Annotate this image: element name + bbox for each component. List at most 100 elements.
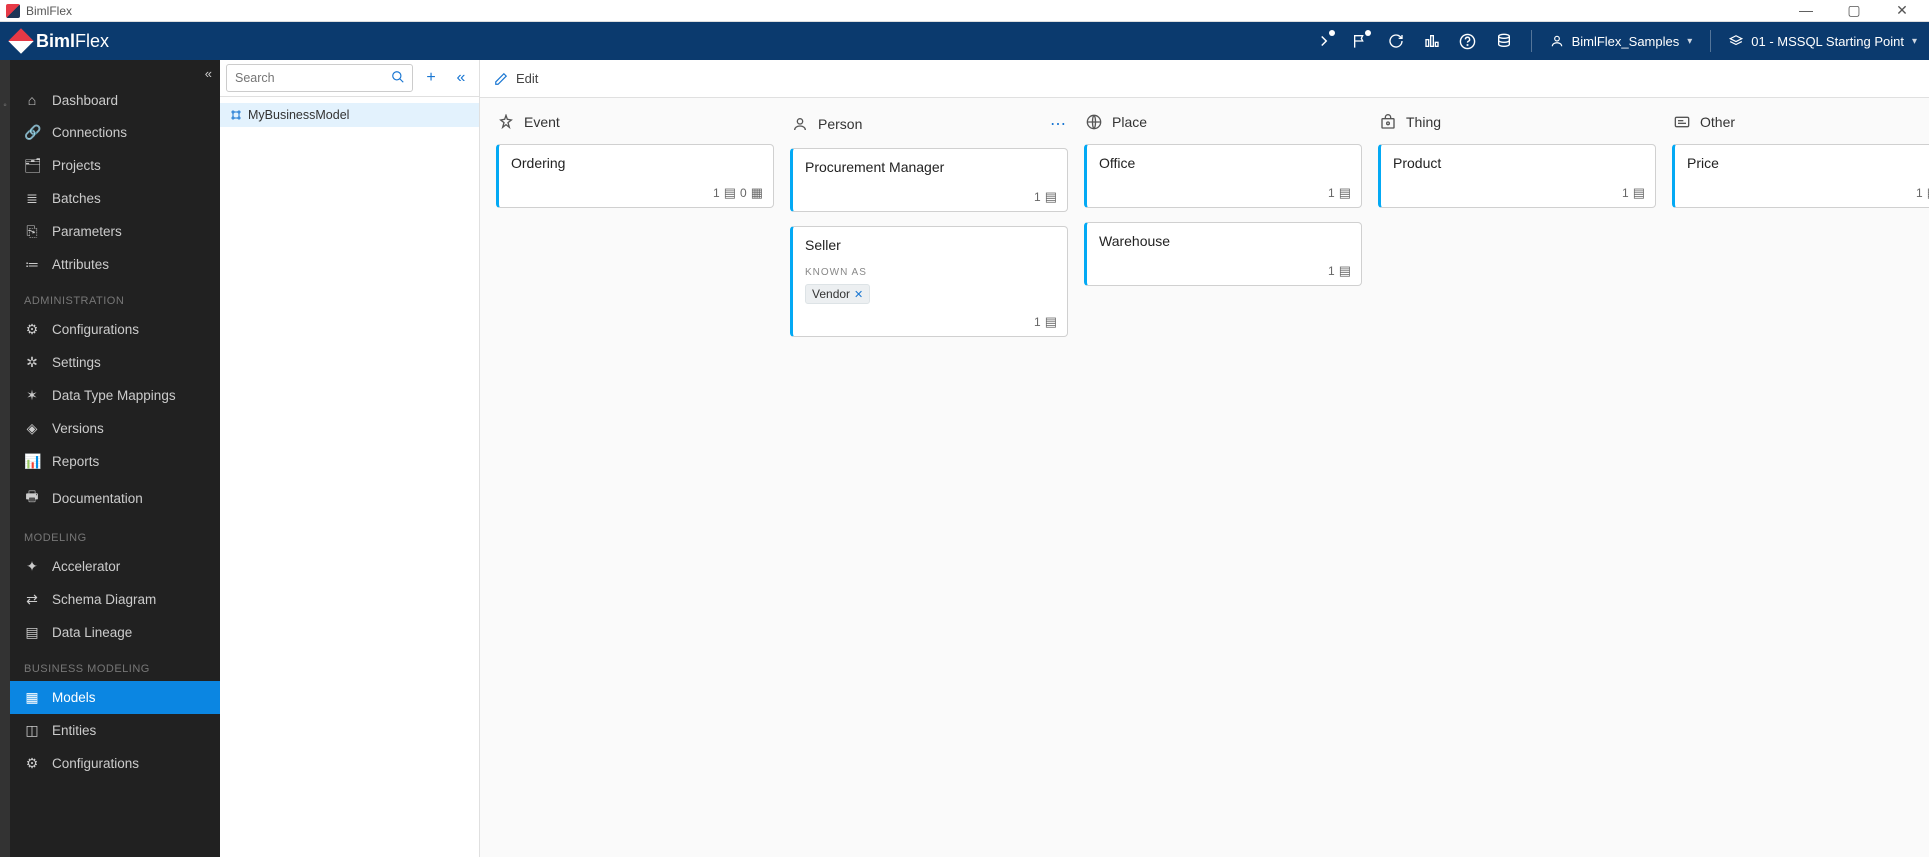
window-title: BimlFlex — [26, 4, 72, 18]
card-office[interactable]: Office1▤ — [1084, 144, 1362, 208]
search-icon[interactable] — [391, 70, 405, 84]
maximize-button[interactable]: ▢ — [1839, 2, 1869, 19]
chip-label: Vendor — [812, 287, 850, 301]
close-button[interactable]: ✕ — [1887, 2, 1917, 19]
sidebar-item-schema-diagram[interactable]: ⇄ Schema Diagram — [10, 583, 220, 616]
sidebar-item-versions[interactable]: ◈Versions — [10, 412, 220, 445]
rail-icon[interactable]: ◦ — [3, 100, 7, 111]
place-icon — [1086, 114, 1104, 130]
tree-item-model[interactable]: MyBusinessModel — [220, 103, 479, 127]
section-modeling: MODELING — [10, 518, 220, 550]
search-input[interactable] — [226, 64, 413, 92]
sidebar-item-batches[interactable]: ≣Batches — [10, 182, 220, 215]
section-business: BUSINESS MODELING — [10, 649, 220, 681]
window-titlebar: BimlFlex — ▢ ✕ — [0, 0, 1929, 22]
minimize-button[interactable]: — — [1791, 2, 1821, 19]
card-meta: 1▤ — [1687, 185, 1929, 201]
sidebar-item-documentation[interactable]: 🖶Documentation — [10, 478, 220, 518]
card-product[interactable]: Product1▤ — [1378, 144, 1656, 208]
sidebar-item-entities[interactable]: ◫Entities — [10, 714, 220, 747]
documentation-icon: 🖶 — [24, 486, 40, 510]
column-header: Other — [1666, 104, 1929, 140]
card-meta: 1▤ — [1099, 185, 1351, 201]
attributes-icon: ≔ — [24, 256, 40, 273]
sidebar-item-reports[interactable]: 📊Reports — [10, 445, 220, 478]
badge-icon: ▤ — [1339, 263, 1351, 279]
badge-count: 1 — [1034, 190, 1041, 204]
refresh-icon[interactable] — [1387, 32, 1405, 50]
sidebar-item-accelerator[interactable]: ✦ Accelerator — [10, 550, 220, 583]
sidebar-item-label: Parameters — [52, 224, 122, 239]
card-seller[interactable]: Seller KNOWN AS Vendor ✕ 1▤ — [790, 226, 1068, 337]
chevron-down-icon: ▾ — [1687, 36, 1692, 47]
main-content: Edit EventOrdering1▤0▦Person⋯Procurement… — [480, 60, 1929, 857]
sidebar-item-settings[interactable]: ✲ Settings — [10, 346, 220, 379]
sidebar-item-configurations[interactable]: ⚙ Configurations — [10, 313, 220, 346]
column-title: Event — [524, 114, 560, 130]
data-type-mappings-icon: ✶ — [24, 387, 40, 404]
column-more-button[interactable]: ⋯ — [1050, 114, 1066, 134]
chip-remove-icon[interactable]: ✕ — [854, 288, 863, 301]
add-button[interactable]: + — [419, 66, 443, 90]
sidebar-item-label: Data Type Mappings — [52, 388, 176, 403]
sidebar-item-data-lineage[interactable]: ▤ Data Lineage — [10, 616, 220, 649]
sidebar-item-label: Configurations — [52, 322, 139, 337]
version-select[interactable]: 01 - MSSQL Starting Point ▾ — [1729, 34, 1917, 49]
sidebar-item-label: Models — [52, 690, 96, 705]
reports-icon: 📊 — [24, 453, 40, 470]
divider — [1710, 30, 1711, 52]
sidebar-item-label: Dashboard — [52, 93, 118, 108]
schema-diagram-icon: ⇄ — [24, 591, 40, 608]
collapse-sidebar-button[interactable]: « — [205, 66, 212, 81]
sidebar-item-label: Data Lineage — [52, 625, 132, 640]
sidebar-item-data-type-mappings[interactable]: ✶ Data Type Mappings — [10, 379, 220, 412]
edit-button[interactable]: Edit — [516, 71, 538, 86]
column-title: Thing — [1406, 114, 1441, 130]
tree-item-label: MyBusinessModel — [248, 108, 349, 122]
card-meta: 1▤ — [805, 314, 1057, 330]
versions-icon: ◈ — [24, 420, 40, 437]
sidebar-item-parameters[interactable]: ⎘Parameters — [10, 215, 220, 248]
database-icon[interactable] — [1495, 32, 1513, 50]
card-ordering[interactable]: Ordering1▤0▦ — [496, 144, 774, 208]
sidebar-item-dashboard[interactable]: ⌂Dashboard — [10, 84, 220, 116]
flag-icon[interactable] — [1351, 32, 1369, 50]
card-warehouse[interactable]: Warehouse 1 ▤ — [1084, 222, 1362, 286]
accelerator-icon: ✦ — [24, 558, 40, 575]
configurations-icon: ⚙ — [24, 755, 40, 772]
edit-icon — [494, 72, 508, 86]
customer-select[interactable]: BimlFlex_Samples ▾ — [1550, 34, 1693, 49]
sidebar-item-projects[interactable]: 🗂Projects — [10, 149, 220, 182]
window-controls: — ▢ ✕ — [1791, 2, 1923, 19]
sidebar-item-connections[interactable]: 🔗Connections — [10, 116, 220, 149]
synonym-chip[interactable]: Vendor ✕ — [805, 284, 870, 304]
help-icon[interactable] — [1459, 32, 1477, 50]
analytics-icon[interactable] — [1423, 32, 1441, 50]
sidebar-item-label: Settings — [52, 355, 101, 370]
card-price[interactable]: Price1▤ — [1672, 144, 1929, 208]
data-lineage-icon: ▤ — [24, 624, 40, 641]
collapse-tree-button[interactable]: « — [449, 66, 473, 90]
known-as-label: KNOWN AS — [805, 267, 1057, 278]
customer-label: BimlFlex_Samples — [1572, 34, 1680, 49]
configurations-icon: ⚙ — [24, 321, 40, 338]
card-title: Seller — [805, 237, 1057, 253]
sidebar-item-attributes[interactable]: ≔Attributes — [10, 248, 220, 281]
entities-icon: ◫ — [24, 722, 40, 739]
card-meta: 1▤ — [1393, 185, 1645, 201]
model-icon — [230, 109, 242, 121]
sidebar-item-label: Schema Diagram — [52, 592, 156, 607]
event-icon — [498, 114, 516, 130]
command-icon[interactable] — [1315, 32, 1333, 50]
settings-icon: ✲ — [24, 354, 40, 371]
card-procurement-manager[interactable]: Procurement Manager1▤ — [790, 148, 1068, 212]
card-title: Warehouse — [1099, 233, 1351, 249]
sidebar-item-configurations[interactable]: ⚙ Configurations — [10, 747, 220, 780]
badge-icon: ▤ — [1339, 185, 1351, 201]
badge-count: 1 — [1328, 264, 1335, 278]
sidebar-item-models[interactable]: ▦Models — [10, 681, 220, 714]
card-meta: 1▤0▦ — [511, 185, 763, 201]
sidebar-item-label: Configurations — [52, 756, 139, 771]
sidebar-item-label: Projects — [52, 158, 101, 173]
sidebar-item-label: Accelerator — [52, 559, 120, 574]
